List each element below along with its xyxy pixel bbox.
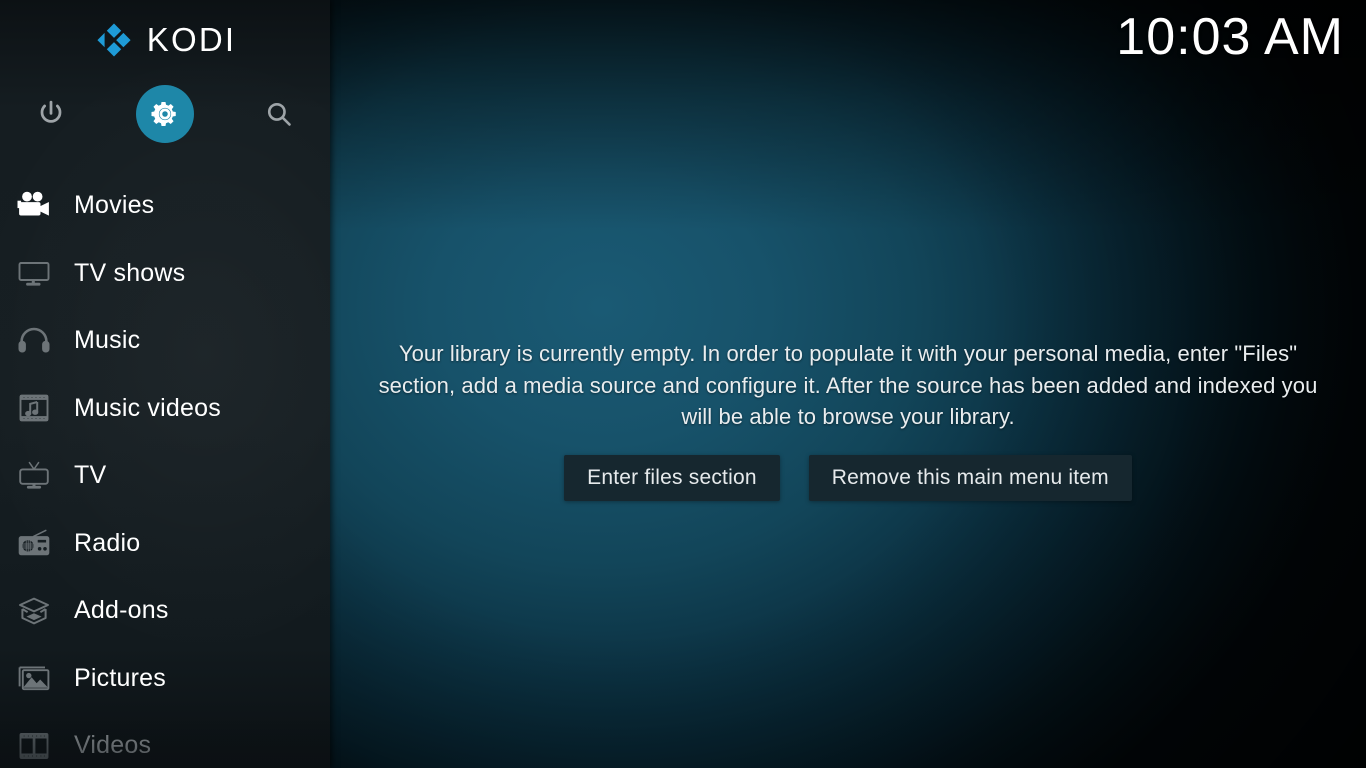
sidebar-menu: Movies TV shows Music Music videos TV Ra…: [0, 172, 330, 768]
settings-button[interactable]: [135, 84, 195, 144]
open-box-icon: [14, 593, 54, 629]
power-icon: [40, 100, 62, 123]
sidebar-item-tv[interactable]: TV: [0, 442, 330, 510]
sidebar-item-tv-shows[interactable]: TV shows: [0, 240, 330, 308]
sidebar-item-label: Movies: [74, 191, 155, 220]
sidebar: KODI Movies TV shows Music Music videos …: [0, 0, 330, 768]
sidebar-item-label: TV shows: [74, 258, 186, 287]
sidebar-top-actions: [0, 84, 330, 146]
radio-icon: [14, 525, 54, 561]
sidebar-item-music[interactable]: Music: [0, 307, 330, 375]
sidebar-item-label: Music: [74, 326, 141, 355]
film-music-icon: [14, 390, 54, 426]
sidebar-item-radio[interactable]: Radio: [0, 510, 330, 578]
movie-camera-icon: [14, 188, 54, 224]
empty-library-message: Your library is currently empty. In orde…: [378, 341, 1318, 429]
sidebar-item-label: Pictures: [74, 663, 166, 692]
settings-button-circle: [136, 85, 194, 143]
sidebar-item-music-videos[interactable]: Music videos: [0, 375, 330, 443]
sidebar-item-pictures[interactable]: Pictures: [0, 645, 330, 713]
television-icon: [14, 255, 54, 291]
sidebar-item-label: Radio: [74, 528, 141, 557]
app-logo-text: KODI: [146, 21, 237, 58]
remove-main-menu-item-button[interactable]: Remove this main menu item: [808, 454, 1132, 501]
kodi-window: 10:03 AM Your library is currently empty…: [0, 0, 1366, 768]
sidebar-item-label: Videos: [74, 731, 152, 760]
kodi-logo-icon: [97, 23, 131, 57]
sidebar-item-movies[interactable]: Movies: [0, 172, 330, 240]
search-icon: [267, 102, 291, 126]
power-button[interactable]: [21, 84, 81, 144]
gear-icon: [151, 102, 176, 126]
empty-library-actions: Enter files section Remove this main men…: [363, 454, 1333, 501]
content-panel: Your library is currently empty. In orde…: [330, 0, 1366, 768]
picture-icon: [14, 660, 54, 696]
enter-files-section-button[interactable]: Enter files section: [564, 454, 780, 501]
empty-library-block: Your library is currently empty. In orde…: [363, 338, 1333, 501]
sidebar-item-label: TV: [74, 461, 107, 490]
sidebar-item-label: Music videos: [74, 393, 221, 422]
tv-antenna-icon: [14, 458, 54, 494]
film-strip-icon: [14, 728, 54, 764]
sidebar-item-videos[interactable]: Videos: [0, 712, 330, 768]
sidebar-item-add-ons[interactable]: Add-ons: [0, 577, 330, 645]
sidebar-item-label: Add-ons: [74, 596, 169, 625]
app-logo: KODI: [0, 16, 330, 64]
headphones-icon: [14, 323, 54, 359]
search-button[interactable]: [249, 84, 309, 144]
